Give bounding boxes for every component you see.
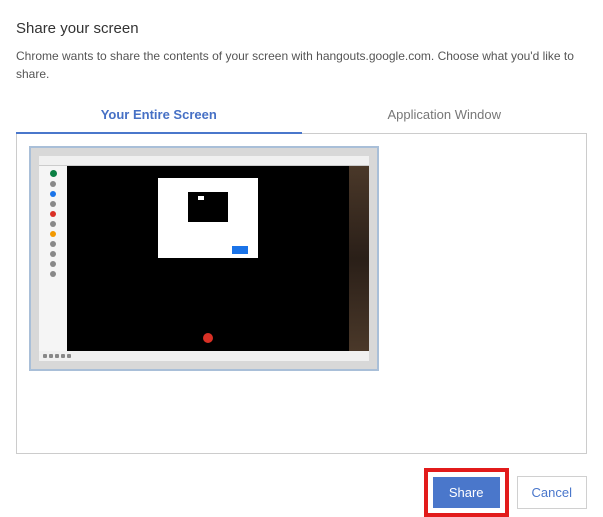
preview-main-area xyxy=(67,166,349,351)
avatar-icon xyxy=(50,191,56,197)
preview-sidebar xyxy=(39,166,67,351)
nested-dialog xyxy=(158,178,258,258)
taskbar-icon xyxy=(49,354,53,358)
avatar-icon xyxy=(50,211,56,217)
screen-preview xyxy=(39,156,369,361)
tab-bar: Your Entire Screen Application Window xyxy=(16,97,587,134)
screen-thumbnail[interactable] xyxy=(29,146,379,371)
tab-entire-screen[interactable]: Your Entire Screen xyxy=(16,97,302,134)
taskbar-icon xyxy=(43,354,47,358)
avatar-icon xyxy=(50,181,56,187)
share-button[interactable]: Share xyxy=(433,477,500,508)
avatar-icon xyxy=(50,221,56,227)
avatar-icon xyxy=(50,261,56,267)
preview-taskbar xyxy=(39,351,369,361)
hangup-icon xyxy=(203,333,213,343)
content-area xyxy=(16,134,587,454)
cancel-button[interactable]: Cancel xyxy=(517,476,587,509)
dialog-footer: Share Cancel xyxy=(16,454,587,517)
dialog-title: Share your screen xyxy=(16,20,587,37)
annotation-highlight: Share xyxy=(424,468,509,517)
preview-browser-chrome xyxy=(39,156,369,166)
taskbar-icon xyxy=(61,354,65,358)
taskbar-icon xyxy=(67,354,71,358)
avatar-icon xyxy=(50,251,56,257)
avatar-icon xyxy=(50,241,56,247)
tab-application-window[interactable]: Application Window xyxy=(302,97,588,133)
preview-wallpaper xyxy=(349,166,369,351)
taskbar-icon xyxy=(55,354,59,358)
avatar-icon xyxy=(50,231,56,237)
nested-button xyxy=(232,246,248,254)
nested-preview xyxy=(188,192,228,222)
avatar-icon xyxy=(50,170,57,177)
dialog-description: Chrome wants to share the contents of yo… xyxy=(16,47,587,83)
avatar-icon xyxy=(50,201,56,207)
avatar-icon xyxy=(50,271,56,277)
